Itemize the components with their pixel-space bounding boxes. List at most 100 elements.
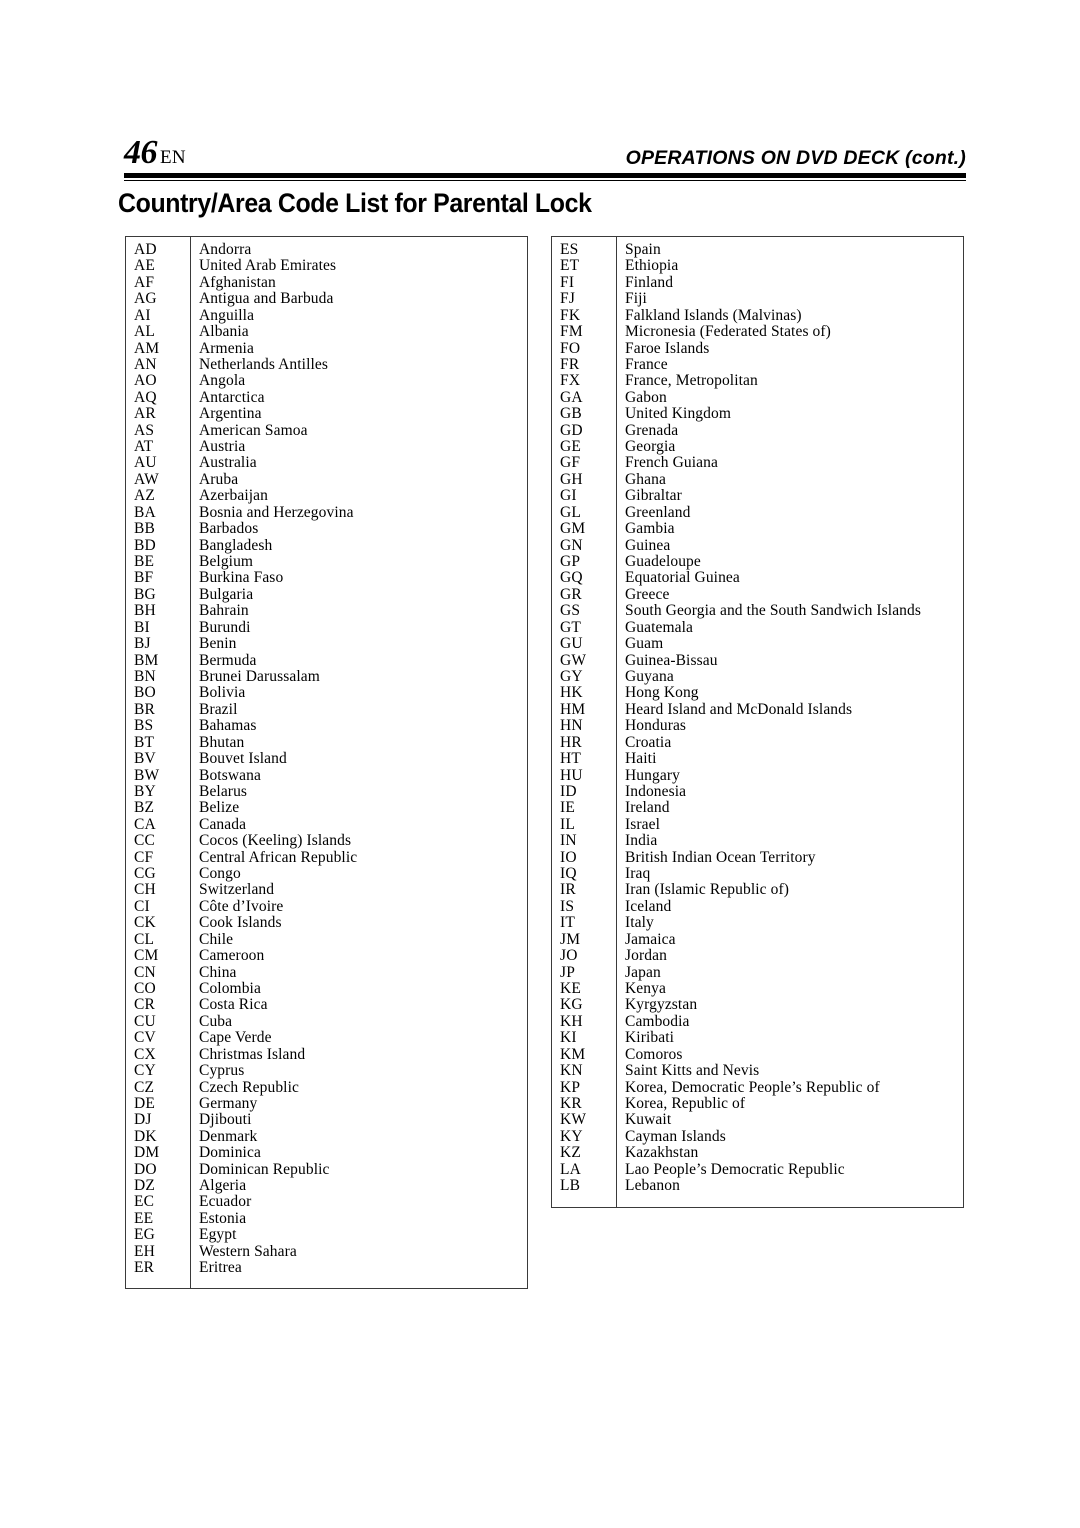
country-code: FR	[560, 355, 580, 373]
country-code: IQ	[560, 865, 577, 883]
country-code: AR	[134, 405, 156, 423]
country-name: China	[199, 963, 237, 981]
country-name: Haiti	[625, 750, 657, 768]
country-name: Guadeloupe	[625, 553, 701, 571]
country-code-row: AR Argentina	[126, 405, 527, 423]
country-name: Austria	[199, 438, 246, 456]
country-code-row: BI Burundi	[126, 619, 527, 636]
country-code-row: BH Bahrain	[126, 602, 527, 619]
country-code: CK	[134, 914, 156, 932]
page-language-code: EN	[160, 147, 186, 168]
country-name: Ecuador	[199, 1193, 252, 1211]
country-code: BJ	[134, 635, 151, 653]
country-code: GQ	[560, 569, 583, 587]
country-code: AI	[134, 306, 151, 324]
document-page: 46 EN OPERATIONS ON DVD DECK (cont.) Coun…	[0, 0, 1080, 1528]
section-title: Country/Area Code List for Parental Lock	[118, 188, 592, 218]
country-name: Aruba	[199, 470, 239, 488]
country-name: Italy	[625, 914, 654, 932]
country-code-row: IL Israel	[552, 816, 963, 833]
country-code-row: BW Botswana	[126, 766, 527, 784]
country-code-row: AU Australia	[126, 454, 527, 472]
country-code-row: FX France, Metropolitan	[552, 372, 963, 389]
country-code: HM	[560, 700, 586, 718]
country-name: Falkland Islands (Malvinas)	[625, 306, 802, 324]
country-name: Guinea-Bissau	[625, 651, 718, 669]
country-name: Dominica	[199, 1144, 261, 1162]
country-name: Hong Kong	[625, 684, 699, 702]
country-name: Ghana	[625, 470, 666, 488]
country-code-row: GS South Georgia and the South Sandwich I…	[552, 602, 963, 619]
country-code-row: AD Andorra	[126, 241, 527, 258]
country-code-row: BY Belarus	[126, 783, 527, 800]
country-code: GI	[560, 487, 577, 505]
country-code-row: JP Japan	[552, 963, 963, 981]
country-name: Greece	[625, 585, 670, 603]
country-code-row: KM Comoros	[552, 1045, 963, 1063]
country-code: KW	[560, 1111, 587, 1129]
country-code: KM	[560, 1045, 586, 1063]
country-code: AQ	[134, 388, 157, 406]
country-code: CA	[134, 815, 156, 833]
country-code-row: LA Lao People’s Democratic Republic	[552, 1161, 963, 1178]
country-name: Costa Rica	[199, 996, 268, 1014]
country-name: Japan	[625, 963, 661, 981]
country-name: Guyana	[625, 667, 674, 685]
country-name: Cayman Islands	[625, 1127, 726, 1145]
country-code: GM	[560, 520, 586, 538]
country-code: GU	[560, 635, 583, 653]
country-name: Honduras	[625, 717, 687, 735]
country-code-row: EG Egypt	[126, 1226, 527, 1243]
country-code: GH	[560, 470, 583, 488]
country-name: Cape Verde	[199, 1029, 272, 1047]
country-name: Greenland	[625, 503, 691, 521]
country-name: Ireland	[625, 799, 670, 817]
country-code: IN	[560, 832, 577, 850]
country-code-row: CX Christmas Island	[126, 1045, 527, 1063]
country-code: EC	[134, 1193, 155, 1211]
country-code: AW	[134, 470, 159, 488]
country-code: GY	[560, 667, 583, 685]
country-name: Angola	[199, 372, 246, 390]
country-code: BW	[134, 766, 160, 784]
country-code: AG	[134, 290, 157, 308]
country-name: Kazakhstan	[625, 1144, 699, 1162]
country-name: American Samoa	[199, 421, 308, 439]
country-code: EE	[134, 1209, 154, 1227]
country-code-row: KP Korea, Democratic People’s Republic of	[552, 1079, 963, 1096]
country-name: Comoros	[625, 1045, 683, 1063]
country-name: Gambia	[625, 520, 675, 538]
country-code-row: AM Armenia	[126, 340, 527, 357]
country-code-row: GM Gambia	[552, 520, 963, 538]
country-name: Switzerland	[199, 881, 275, 899]
country-code-row: HT Haiti	[552, 750, 963, 768]
country-code-row: JM Jamaica	[552, 931, 963, 948]
country-code-row: HM Heard Island and McDonald Islands	[552, 700, 963, 718]
country-code: BA	[134, 503, 156, 521]
country-name: Canada	[199, 815, 247, 833]
country-name: British Indian Ocean Territory	[625, 848, 816, 866]
country-name: Finland	[625, 273, 674, 291]
country-code-row: GF French Guiana	[552, 454, 963, 472]
country-code-row: AW Aruba	[126, 470, 527, 488]
country-name: Colombia	[199, 979, 261, 997]
country-code-row: GR Greece	[552, 585, 963, 603]
country-code-row: LB Lebanon	[552, 1177, 963, 1194]
country-name: Antarctica	[199, 388, 265, 406]
country-name: French Guiana	[625, 454, 718, 472]
country-code-row: BV Bouvet Island	[126, 750, 527, 767]
country-code: GW	[560, 651, 587, 669]
country-code-table-left: AD Andorra AE United Arab Emirates AF Afghani…	[125, 236, 528, 1289]
country-name: Cuba	[199, 1012, 233, 1030]
country-code-row: EE Estonia	[126, 1209, 527, 1227]
country-name: Gabon	[625, 388, 667, 406]
country-name: Ethiopia	[625, 257, 679, 275]
country-name: Australia	[199, 454, 257, 472]
country-code: JP	[560, 963, 576, 981]
country-code-row: BR Brazil	[126, 701, 527, 718]
country-name: Christmas Island	[199, 1045, 306, 1063]
country-code: FK	[560, 306, 581, 324]
country-name: Anguilla	[199, 306, 255, 324]
country-name: Central African Republic	[199, 848, 358, 866]
country-code: GT	[560, 618, 582, 636]
